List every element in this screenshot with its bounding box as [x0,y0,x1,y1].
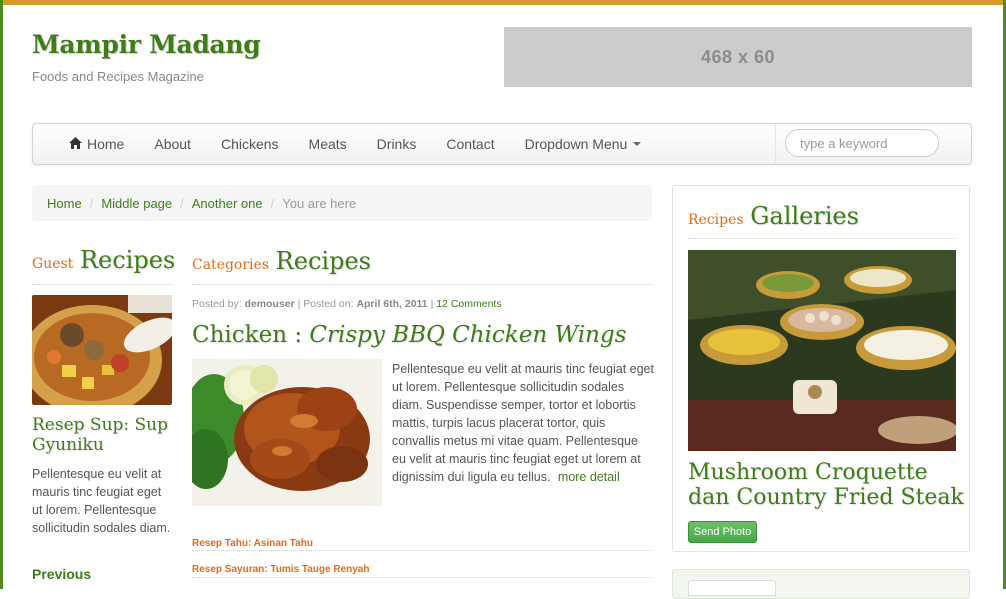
nav-item-label: About [154,136,191,152]
post-excerpt-text: Pellentesque eu velit at mauris tinc feu… [392,362,654,484]
nav-item-label: Dropdown Menu [524,136,628,152]
home-icon [69,136,82,152]
breadcrumb-middle-page[interactable]: Middle page [101,196,172,211]
send-photo-button[interactable]: Send Photo [688,521,757,543]
nav-menu: Home About Chickens Meats Drinks Contact… [54,124,656,164]
guest-recipe-title[interactable]: Resep Sup: Sup Gyuniku [32,415,172,455]
main-navbar: Home About Chickens Meats Drinks Contact… [32,123,972,165]
breadcrumb-separator: / [180,195,184,211]
search-input[interactable] [785,129,939,157]
breadcrumb-separator: / [89,195,94,211]
guest-recipe-excerpt: Pellentesque eu velit at mauris tinc feu… [32,467,171,535]
heading-small-text: Categories [192,257,269,273]
related-recipe-link[interactable]: Resep Sayuran: Tumis Tauge Renyah [192,564,369,575]
nav-item-dropdown-menu[interactable]: Dropdown Menu [510,136,657,152]
heading-small-text: Recipes [688,212,744,228]
breadcrumb-current: You are here [282,195,357,211]
nav-item-contact[interactable]: Contact [431,136,509,152]
post-title-main: Crispy BBQ Chicken Wings [309,322,627,348]
nav-item-about[interactable]: About [139,136,206,152]
frame-border-left [0,0,3,589]
heading-big-text: Recipes [275,247,371,275]
top-accent-bar [0,0,1006,5]
heading-big-text: Galleries [750,202,859,230]
breadcrumb-another-one[interactable]: Another one [192,196,263,211]
post-date: April 6th, 2011 [356,298,428,310]
heading-big-text: Recipes [79,246,176,274]
post-title[interactable]: Chicken : Crispy BBQ Chicken Wings [192,322,626,348]
soup-photo[interactable] [32,295,172,405]
nav-item-label: Chickens [220,136,279,152]
posted-by-label: Posted by: [192,298,242,310]
divider [192,550,652,551]
nav-item-meats[interactable]: Meats [294,136,362,152]
breadcrumb: Home / Middle page / Another one / You a… [32,185,652,221]
nav-item-home[interactable]: Home [54,136,139,152]
site-tagline: Foods and Recipes Magazine [32,69,204,84]
recipes-galleries-heading: Recipes Galleries [688,202,859,231]
more-detail-link[interactable]: more detail [558,470,620,484]
divider [192,284,652,285]
nav-item-chickens[interactable]: Chickens [206,136,294,152]
nav-item-label: Drinks [376,136,417,152]
gallery-recipe-title[interactable]: Mushroom Croquette dan Country Fried Ste… [688,460,968,510]
next-widget-tab[interactable] [688,580,776,596]
posted-on-label: | Posted on: [297,298,354,310]
guest-recipes-heading: Guest Recipes [32,246,175,275]
nav-divider [775,124,776,164]
ad-banner[interactable]: 468 x 60 [504,27,972,87]
caret-down-icon [633,142,642,146]
heading-small-text: Guest [32,256,74,272]
breadcrumb-home[interactable]: Home [47,196,82,211]
post-meta: Posted by: demouser | Posted on: April 6… [192,298,502,310]
divider [32,284,172,285]
related-recipe-link[interactable]: Resep Tahu: Asinan Tahu [192,538,313,549]
nav-item-label: Contact [446,136,495,152]
breadcrumb-separator: / [270,195,275,211]
gallery-photo[interactable] [688,250,956,451]
post-excerpt: Pellentesque eu velit at mauris tinc feu… [392,360,654,486]
post-title-prefix: Chicken : [192,322,303,348]
previous-link[interactable]: Previous [32,566,91,582]
divider [192,577,652,578]
chicken-wings-photo[interactable] [192,359,382,506]
comments-link[interactable]: 12 Comments [436,298,501,310]
categories-recipes-heading: Categories Recipes [192,247,371,276]
nav-item-label: Home [87,136,125,152]
nav-item-drinks[interactable]: Drinks [362,136,432,152]
meta-separator: | [430,298,434,310]
divider [688,238,956,239]
post-author: demouser [244,298,295,310]
site-title[interactable]: Mampir Madang [32,30,261,59]
nav-item-label: Meats [308,136,347,152]
